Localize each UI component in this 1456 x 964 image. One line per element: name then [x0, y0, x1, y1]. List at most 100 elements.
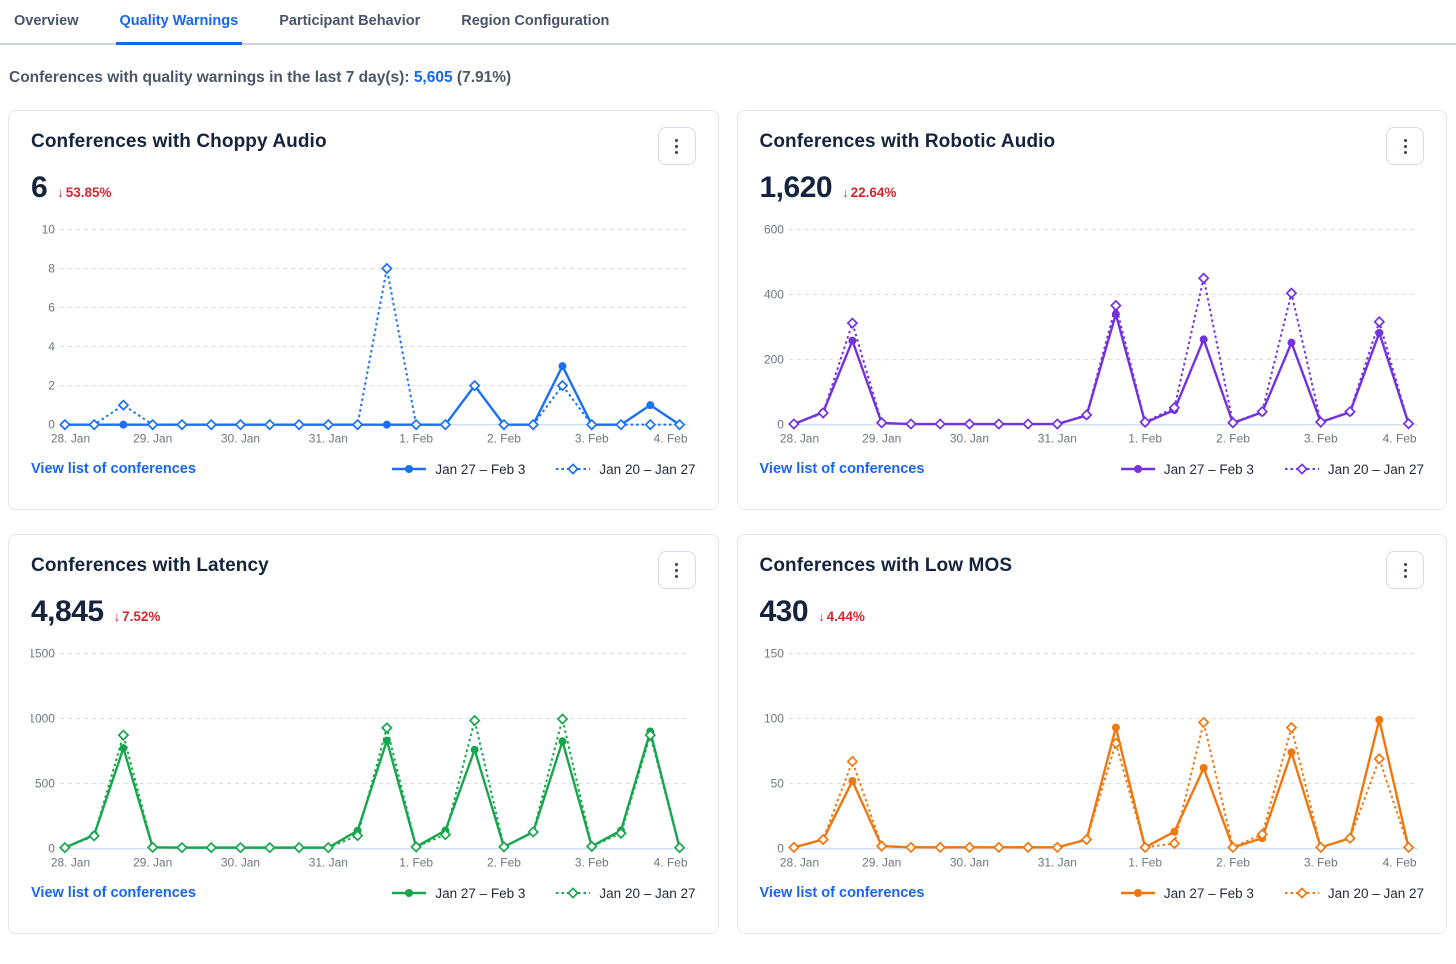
dotted-line-diamond-marker-icon: [555, 887, 591, 899]
svg-text:30. Jan: 30. Jan: [949, 432, 988, 446]
svg-text:0: 0: [48, 418, 55, 432]
svg-text:30. Jan: 30. Jan: [221, 432, 260, 446]
summary-count-link[interactable]: 5,605: [414, 69, 453, 86]
kebab-menu-button[interactable]: [1386, 551, 1424, 589]
legend-item-previous-week[interactable]: Jan 20 – Jan 27: [1284, 462, 1424, 477]
card-title: Conferences with Low MOS: [760, 555, 1013, 577]
metric-change: ↓7.52%: [114, 609, 161, 624]
kebab-menu-button[interactable]: [1386, 127, 1424, 165]
svg-text:31. Jan: 31. Jan: [1037, 432, 1076, 446]
svg-text:0: 0: [777, 842, 784, 856]
legend-item-current-week[interactable]: Jan 27 – Feb 3: [1120, 886, 1254, 901]
dotted-line-diamond-marker-icon: [1284, 463, 1320, 475]
svg-text:3. Feb: 3. Feb: [575, 856, 609, 870]
metric-change: ↓53.85%: [57, 185, 111, 200]
metric-change: ↓4.44%: [818, 609, 865, 624]
solid-line-circle-marker-icon: [391, 887, 427, 899]
svg-text:1. Feb: 1. Feb: [399, 856, 433, 870]
legend-label-current: Jan 27 – Feb 3: [1164, 462, 1254, 477]
svg-text:1. Feb: 1. Feb: [399, 432, 433, 446]
view-list-of-conferences-link[interactable]: View list of conferences: [31, 461, 196, 477]
svg-text:29. Jan: 29. Jan: [133, 432, 172, 446]
svg-text:0: 0: [777, 418, 784, 432]
card-conferences-with-low-mos: Conferences with Low MOS 430 ↓4.44% 0501…: [737, 534, 1448, 934]
svg-text:28. Jan: 28. Jan: [779, 856, 818, 870]
legend-item-current-week[interactable]: Jan 27 – Feb 3: [391, 886, 525, 901]
svg-text:30. Jan: 30. Jan: [221, 856, 260, 870]
card-title: Conferences with Latency: [31, 555, 269, 577]
dotted-line-diamond-marker-icon: [1284, 887, 1320, 899]
svg-text:4: 4: [48, 340, 55, 354]
chart-legend: Jan 27 – Feb 3 Jan 20 – Jan 27: [391, 462, 695, 477]
kebab-dot: [1404, 569, 1407, 572]
svg-text:31. Jan: 31. Jan: [1037, 856, 1076, 870]
legend-item-current-week[interactable]: Jan 27 – Feb 3: [1120, 462, 1254, 477]
svg-text:28. Jan: 28. Jan: [51, 856, 90, 870]
chart-legend: Jan 27 – Feb 3 Jan 20 – Jan 27: [1120, 886, 1424, 901]
kebab-dot: [1404, 151, 1407, 154]
tab-region-configuration[interactable]: Region Configuration: [457, 0, 613, 45]
legend-item-previous-week[interactable]: Jan 20 – Jan 27: [555, 462, 695, 477]
metric-change: ↓22.64%: [842, 185, 896, 200]
legend-label-previous: Jan 20 – Jan 27: [1328, 462, 1424, 477]
svg-text:3. Feb: 3. Feb: [1303, 432, 1337, 446]
svg-text:28. Jan: 28. Jan: [51, 432, 90, 446]
svg-text:4. Feb: 4. Feb: [654, 856, 688, 870]
trend-down-arrow-icon: ↓: [842, 185, 849, 200]
kebab-dot: [1404, 145, 1407, 148]
metric-value: 1,620: [760, 171, 833, 205]
line-chart: 024681028. Jan29. Jan30. Jan31. Jan1. Fe…: [31, 221, 696, 449]
metric-change-percent: 22.64%: [851, 185, 897, 200]
svg-text:500: 500: [35, 777, 55, 791]
charts-grid: Conferences with Choppy Audio 6 ↓53.85% …: [8, 110, 1447, 934]
kebab-menu-button[interactable]: [658, 551, 696, 589]
summary-percent: (7.91%): [457, 69, 511, 86]
legend-item-current-week[interactable]: Jan 27 – Feb 3: [391, 462, 525, 477]
kebab-dot: [1404, 563, 1407, 566]
svg-text:600: 600: [763, 222, 783, 236]
svg-text:29. Jan: 29. Jan: [862, 856, 901, 870]
solid-line-circle-marker-icon: [391, 463, 427, 475]
kebab-dot: [675, 139, 678, 142]
summary-text: Conferences with quality warnings in the…: [9, 69, 410, 86]
legend-item-previous-week[interactable]: Jan 20 – Jan 27: [555, 886, 695, 901]
svg-text:28. Jan: 28. Jan: [779, 432, 818, 446]
chart-legend: Jan 27 – Feb 3 Jan 20 – Jan 27: [391, 886, 695, 901]
view-list-of-conferences-link[interactable]: View list of conferences: [31, 885, 196, 901]
svg-text:50: 50: [770, 777, 784, 791]
legend-item-previous-week[interactable]: Jan 20 – Jan 27: [1284, 886, 1424, 901]
svg-text:31. Jan: 31. Jan: [309, 432, 348, 446]
svg-text:4. Feb: 4. Feb: [1382, 856, 1416, 870]
kebab-menu-button[interactable]: [658, 127, 696, 165]
kebab-dot: [675, 145, 678, 148]
svg-text:1. Feb: 1. Feb: [1128, 856, 1162, 870]
tab-participant-behavior[interactable]: Participant Behavior: [275, 0, 424, 45]
svg-text:4. Feb: 4. Feb: [1382, 432, 1416, 446]
view-list-of-conferences-link[interactable]: View list of conferences: [760, 885, 925, 901]
metric-change-percent: 53.85%: [66, 185, 112, 200]
kebab-dot: [675, 569, 678, 572]
svg-text:29. Jan: 29. Jan: [133, 856, 172, 870]
legend-label-previous: Jan 20 – Jan 27: [1328, 886, 1424, 901]
trend-down-arrow-icon: ↓: [818, 609, 825, 624]
card-title: Conferences with Robotic Audio: [760, 131, 1056, 153]
svg-text:6: 6: [48, 300, 55, 314]
svg-text:2. Feb: 2. Feb: [487, 432, 521, 446]
svg-text:8: 8: [48, 261, 55, 275]
tab-quality-warnings[interactable]: Quality Warnings: [116, 0, 243, 45]
tab-overview[interactable]: Overview: [10, 0, 83, 45]
svg-text:30. Jan: 30. Jan: [949, 856, 988, 870]
svg-text:2: 2: [48, 379, 55, 393]
svg-text:100: 100: [763, 711, 783, 725]
quality-warnings-summary: Conferences with quality warnings in the…: [9, 69, 1448, 87]
dotted-line-diamond-marker-icon: [555, 463, 591, 475]
svg-text:0: 0: [48, 842, 55, 856]
svg-text:400: 400: [763, 287, 783, 301]
kebab-dot: [675, 151, 678, 154]
card-conferences-with-latency: Conferences with Latency 4,845 ↓7.52% 05…: [8, 534, 719, 934]
line-chart: 05010015028. Jan29. Jan30. Jan31. Jan1. …: [760, 645, 1425, 873]
view-list-of-conferences-link[interactable]: View list of conferences: [760, 461, 925, 477]
line-chart: 020040060028. Jan29. Jan30. Jan31. Jan1.…: [760, 221, 1425, 449]
solid-line-circle-marker-icon: [1120, 463, 1156, 475]
trend-down-arrow-icon: ↓: [114, 609, 121, 624]
